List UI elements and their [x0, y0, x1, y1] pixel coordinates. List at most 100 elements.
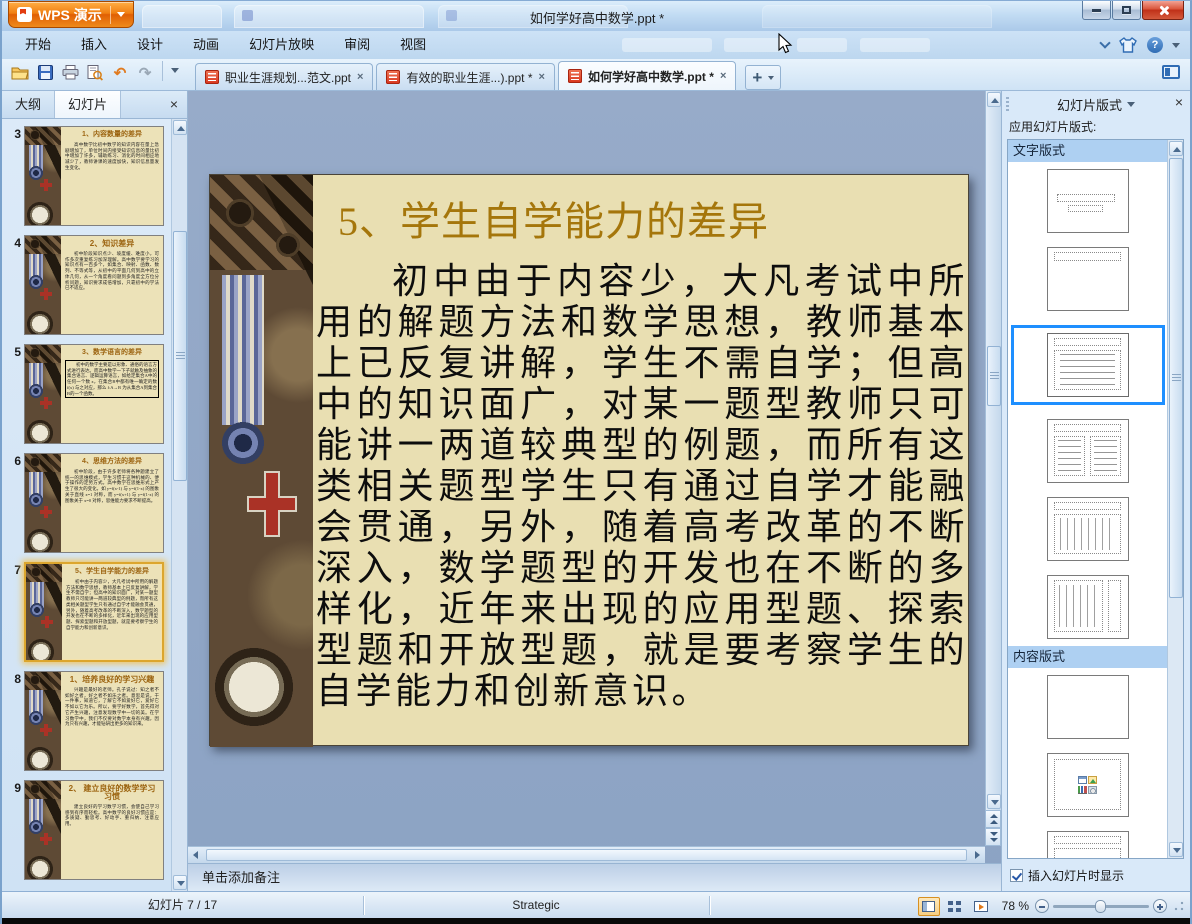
menu-item-start[interactable]: 开始 — [10, 31, 66, 59]
inactive-window-tab[interactable] — [234, 5, 424, 28]
scroll-down-button[interactable] — [987, 794, 1001, 809]
close-tab-icon[interactable]: × — [720, 70, 726, 82]
slide-body-text[interactable]: 初中由于内容少，大凡考试中所用的解题方法和数学思想，教师基本上已反复讲解，学生不… — [316, 261, 968, 712]
scroll-up-button[interactable] — [1169, 141, 1183, 156]
slide-thumbnail[interactable]: 1、培养良好的学习兴趣 兴趣是最好的老师。孔子说过：知之者不如好之者，好之者不如… — [24, 671, 164, 771]
chevron-down-icon[interactable] — [768, 75, 775, 80]
chevron-down-icon[interactable] — [1172, 42, 1180, 48]
print-preview-icon[interactable] — [85, 63, 105, 83]
zoom-in-button[interactable] — [1153, 899, 1167, 913]
slide-thumbnail-row[interactable]: 8 1、培养良好的学习兴趣 兴趣是最好的老师。孔子说过：知之者不如好之者，好之者… — [6, 671, 171, 771]
resize-grip-icon[interactable] — [1174, 901, 1184, 911]
undo-icon[interactable]: ↶ — [110, 63, 130, 83]
layout-item-vertical-title-text[interactable] — [1046, 575, 1129, 639]
menu-item-design[interactable]: 设计 — [122, 31, 178, 59]
inactive-window-tab[interactable] — [762, 5, 992, 28]
checkbox-checked[interactable] — [1010, 869, 1023, 882]
slide-thumbnail[interactable]: 2、知识差异 初中阶段知识点少、坡度缓、难度小，可作多次重复练习加深理解。高中数… — [24, 235, 164, 335]
close-tab-icon[interactable]: × — [539, 71, 545, 83]
toolbar-options-icon[interactable] — [171, 68, 179, 73]
layout-item-title-content-selected[interactable] — [1010, 325, 1165, 405]
panel-scrollbar[interactable] — [1167, 140, 1183, 858]
arrange-windows-icon[interactable] — [1162, 65, 1180, 79]
close-sidebar-icon[interactable]: × — [161, 91, 187, 118]
show-when-inserting-option[interactable]: 插入幻灯片时显示 — [1010, 867, 1124, 884]
slide-thumbnail-row[interactable]: 5 3、数学语言的差异 初中的数学主要是以形象、通俗的语言方式进行表达。而高中数… — [6, 344, 171, 444]
slide-thumbnail-row[interactable]: 3 1、内容数量的差异 高中数学比初中数学的知识内容在量上急剧增加了，单位时间内… — [6, 126, 171, 226]
slide-canvas-area[interactable]: 5、学生自学能力的差异 初中由于内容少，大凡考试中所用的解题方法和数学思想，教师… — [188, 91, 985, 846]
horizontal-scrollbar[interactable] — [188, 846, 985, 863]
slide-thumbnail[interactable]: 1、内容数量的差异 高中数学比初中数学的知识内容在量上急剧增加了，单位时间内接受… — [24, 126, 164, 226]
zoom-out-button[interactable] — [1035, 899, 1049, 913]
document-tab[interactable]: 有效的职业生涯...).ppt * × — [376, 63, 555, 90]
slide-thumbnail[interactable]: 4、思维方法的差异 初中阶段，由于许多老师将各种题建立了统一的思维模式，学生习惯… — [24, 453, 164, 553]
tab-slides[interactable]: 幻灯片 — [55, 91, 122, 118]
scrollbar-thumb[interactable] — [173, 231, 187, 481]
vertical-lines — [1058, 585, 1099, 628]
vertical-scrollbar[interactable] — [985, 91, 1001, 810]
document-tab[interactable]: 职业生涯规划...范文.ppt × — [195, 63, 374, 90]
slide-thumbnail-row-selected[interactable]: 7 5、学生自学能力的差异 初中由于内容少，大凡考试中所用的解题方法和数学思想，… — [6, 562, 171, 662]
previous-slide-button[interactable] — [985, 810, 1001, 828]
scrollbar-thumb[interactable] — [206, 849, 967, 861]
slideshow-view-button[interactable] — [970, 897, 992, 916]
slide-thumbnail-row[interactable]: 6 4、思维方法的差异 初中阶段，由于许多老师将各种题建立了统一的思维模式，学生… — [6, 453, 171, 553]
menu-item-animation[interactable]: 动画 — [178, 31, 234, 59]
minimize-button[interactable] — [1082, 1, 1111, 20]
save-icon[interactable] — [35, 63, 55, 83]
slide-thumbnail-row[interactable]: 9 2、 建立良好的数学学习习惯 建立良好的学习数学习惯，会使自己学习感到有序而… — [6, 780, 171, 880]
panel-header[interactable]: 幻灯片版式 × — [1002, 91, 1190, 117]
slide-title[interactable]: 5、学生自学能力的差异 — [338, 189, 769, 247]
triangle-right-icon[interactable] — [975, 851, 980, 859]
restore-button[interactable] — [1112, 1, 1141, 20]
layout-item-title-only[interactable] — [1046, 247, 1129, 311]
slide-sorter-view-button[interactable] — [944, 897, 966, 916]
close-panel-icon[interactable]: × — [1175, 94, 1183, 110]
inactive-window-tab[interactable] — [142, 5, 222, 28]
grip-icon — [1006, 97, 1009, 111]
menu-item-view[interactable]: 视图 — [385, 31, 441, 59]
scrollbar-thumb[interactable] — [1169, 158, 1183, 598]
new-document-tab-button[interactable]: + — [745, 65, 782, 90]
layout-item-title-slide[interactable] — [1046, 169, 1129, 233]
slide-thumbnail-selected[interactable]: 5、学生自学能力的差异 初中由于内容少，大凡考试中所用的解题方法和数学思想，教师… — [24, 562, 164, 662]
next-slide-button[interactable] — [985, 828, 1001, 846]
notes-placeholder[interactable]: 单击添加备注 — [188, 863, 1001, 891]
slide-art — [25, 454, 61, 552]
document-tab-active[interactable]: 如何学好高中数学.ppt * × — [557, 61, 737, 90]
layout-item-vertical-text[interactable] — [1046, 497, 1129, 561]
layout-item-title-and-content[interactable] — [1046, 831, 1129, 858]
slide-canvas[interactable]: 5、学生自学能力的差异 初中由于内容少，大凡考试中所用的解题方法和数学思想，教师… — [209, 174, 969, 747]
close-tab-icon[interactable]: × — [357, 71, 363, 83]
triangle-left-icon[interactable] — [193, 851, 198, 859]
scroll-up-button[interactable] — [987, 92, 1001, 107]
slide-thumbnail-row[interactable]: 4 2、知识差异 初中阶段知识点少、坡度缓、难度小，可作多次重复练习加深理解。高… — [6, 235, 171, 335]
layout-item-content[interactable] — [1046, 753, 1129, 817]
scroll-down-button[interactable] — [1169, 842, 1183, 857]
zoom-slider[interactable] — [1053, 899, 1149, 913]
zoom-slider-thumb[interactable] — [1095, 899, 1106, 913]
app-menu-button[interactable]: WPS 演示 — [8, 1, 134, 28]
menu-item-slideshow[interactable]: 幻灯片放映 — [234, 31, 329, 59]
sidebar-scrollbar[interactable] — [171, 119, 187, 891]
skin-shirt-icon[interactable] — [1118, 37, 1138, 53]
scrollbar-thumb[interactable] — [987, 346, 1001, 406]
chevron-down-icon[interactable] — [1127, 101, 1135, 107]
layout-item-two-content[interactable] — [1046, 419, 1129, 483]
normal-view-button[interactable] — [917, 896, 940, 916]
open-file-icon[interactable] — [10, 63, 30, 83]
scroll-down-button[interactable] — [173, 875, 187, 890]
close-button[interactable] — [1142, 1, 1184, 20]
redo-icon[interactable]: ↷ — [135, 63, 155, 83]
slide-thumbnail[interactable]: 3、数学语言的差异 初中的数学主要是以形象、通俗的语言方式进行表达。而高中数学一… — [24, 344, 164, 444]
help-icon[interactable]: ? — [1147, 37, 1163, 53]
tab-outline[interactable]: 大纲 — [2, 91, 56, 118]
collapse-ribbon-icon[interactable] — [1099, 37, 1111, 49]
layout-item-blank[interactable] — [1046, 675, 1129, 739]
slide-number: 5 — [14, 345, 21, 359]
menu-item-review[interactable]: 审阅 — [329, 31, 385, 59]
scroll-up-button[interactable] — [173, 120, 187, 135]
print-icon[interactable] — [60, 63, 80, 83]
slide-thumbnail[interactable]: 2、 建立良好的数学学习习惯 建立良好的学习数学习惯，会使自己学习感到有序而轻松… — [24, 780, 164, 880]
menu-item-insert[interactable]: 插入 — [66, 31, 122, 59]
